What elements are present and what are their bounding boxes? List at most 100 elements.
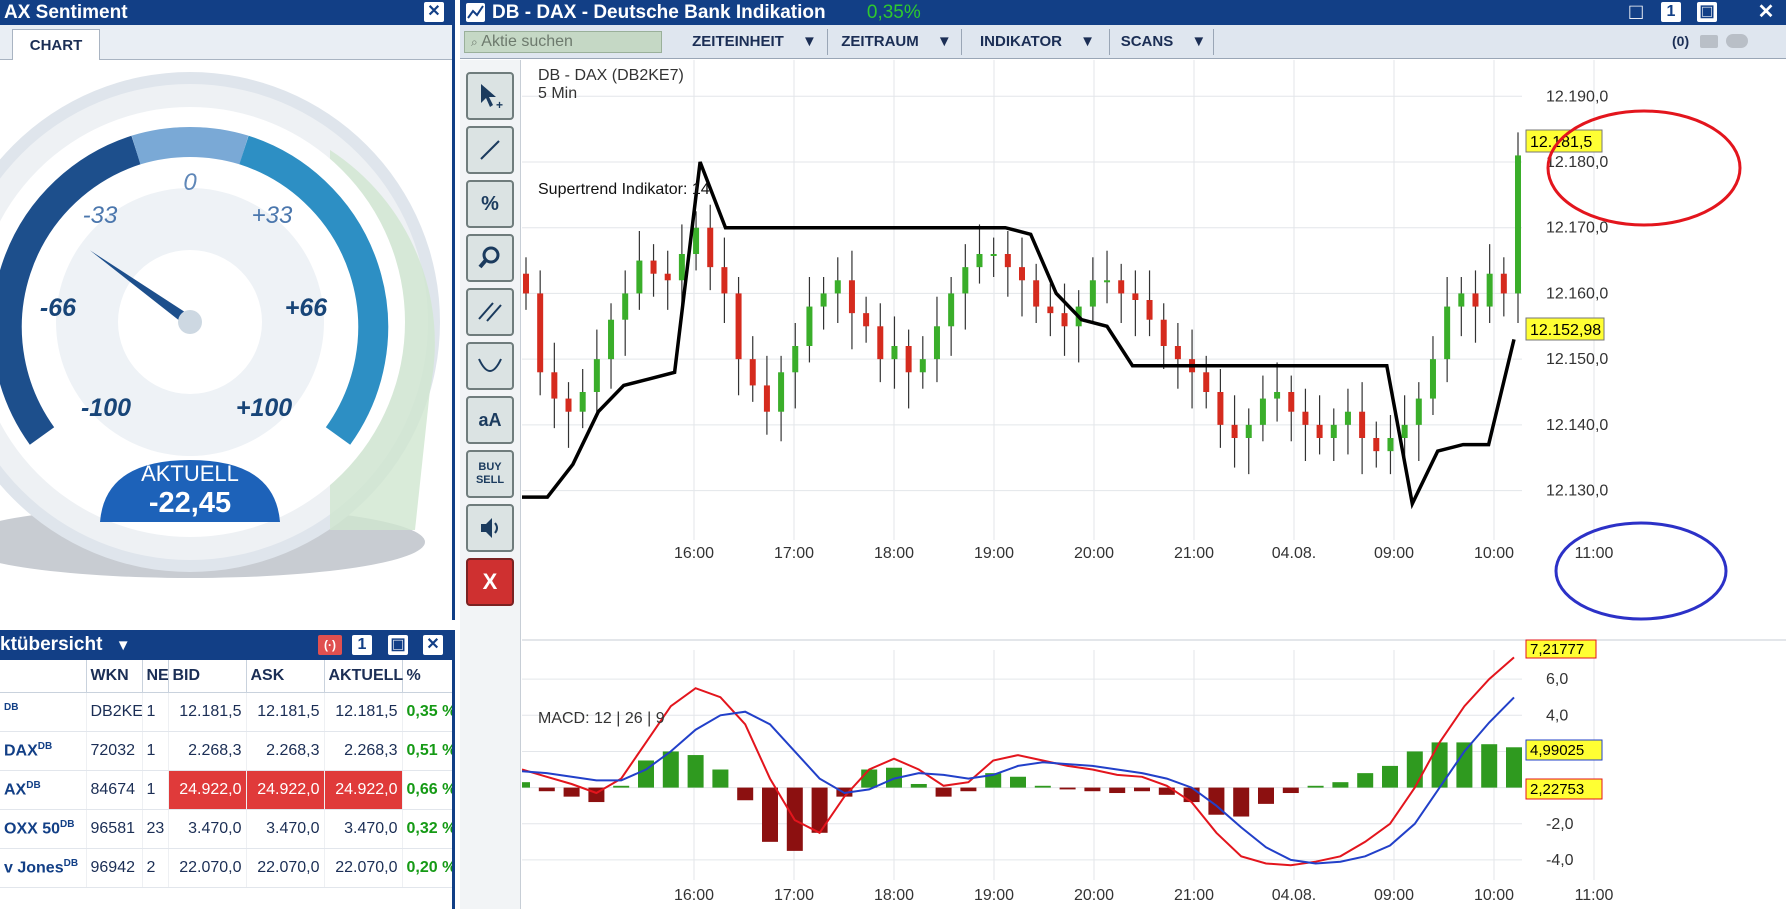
row-pct: 0,32 % bbox=[402, 809, 452, 849]
row-bid: 2.268,3 bbox=[168, 731, 247, 771]
table-row[interactable]: AXDB 84674 1 24.922,0 24.922,0 24.922,0 … bbox=[0, 770, 452, 810]
candle-body bbox=[820, 293, 827, 307]
gauge-needle-pivot bbox=[178, 310, 202, 334]
market-dropdown-icon[interactable]: ▼ bbox=[116, 637, 131, 654]
col-ne[interactable]: NE bbox=[142, 660, 169, 693]
candle-body bbox=[523, 273, 529, 294]
candle-body bbox=[749, 359, 756, 386]
x-tick-label: 10:00 bbox=[1474, 545, 1514, 562]
speaker-icon[interactable] bbox=[466, 504, 514, 552]
candle-body bbox=[877, 326, 884, 360]
y-tick-label: -4,0 bbox=[1546, 852, 1574, 869]
candle-body bbox=[1231, 424, 1238, 438]
table-row[interactable]: DB DB2KE 1 12.181,5 12.181,5 12.181,5 0,… bbox=[0, 692, 452, 732]
row-ask: 3.470,0 bbox=[246, 809, 325, 849]
candle-body bbox=[863, 313, 870, 327]
macd-histogram-bar bbox=[1233, 787, 1250, 817]
x-tick-label: 04.08. bbox=[1272, 887, 1316, 904]
candle-body bbox=[1330, 424, 1337, 438]
chart-window: DB - DAX - Deutsche Bank Indikation 0,35… bbox=[460, 0, 1786, 909]
row-bid: 3.470,0 bbox=[168, 809, 247, 849]
candle-body bbox=[1174, 346, 1181, 360]
tab-chart[interactable]: CHART bbox=[12, 29, 100, 60]
col-wkn[interactable]: WKN bbox=[86, 660, 143, 693]
channel-tool-icon[interactable] bbox=[466, 288, 514, 336]
percent-tool-icon[interactable]: % bbox=[466, 180, 514, 228]
row-wkn: 72032 bbox=[86, 731, 143, 771]
cloud-icon[interactable] bbox=[1726, 34, 1748, 48]
market-live-button[interactable]: (·) bbox=[318, 635, 342, 655]
candle-body bbox=[1160, 319, 1167, 346]
table-row[interactable]: OXX 50DB 96581 23 3.470,0 3.470,0 3.470,… bbox=[0, 809, 452, 849]
candle-body bbox=[1004, 254, 1011, 268]
chart-titlebar: DB - DAX - Deutsche Bank Indikation 0,35… bbox=[460, 0, 1786, 25]
col-ask[interactable]: ASK bbox=[246, 660, 325, 693]
last-price-badge: 12.181,5 bbox=[1525, 129, 1603, 153]
chart-close-button[interactable]: ✕ bbox=[1756, 2, 1776, 22]
row-ask: 22.070,0 bbox=[246, 848, 325, 888]
col-pct[interactable]: % bbox=[402, 660, 452, 693]
chart-plot-area: 16:00 17:00 18:00 19:00 20:00 21:00 04.08. 09:0… bbox=[522, 60, 1786, 904]
col-bid[interactable]: BID bbox=[168, 660, 247, 693]
table-row[interactable]: v JonesDB 96942 2 22.070,0 22.070,0 22.0… bbox=[0, 848, 452, 888]
macd-histogram-bar bbox=[1183, 787, 1200, 803]
histogram-value-badge: 2,22753 bbox=[1525, 778, 1603, 800]
market-maximize-button[interactable]: ▣ bbox=[388, 635, 408, 655]
x-tick-label: 17:00 bbox=[774, 545, 814, 562]
y-tick-label: 12.140,0 bbox=[1546, 417, 1608, 434]
macd-histogram-bar bbox=[1332, 782, 1349, 788]
row-bid: 12.181,5 bbox=[168, 692, 247, 732]
row-aktuell: 24.922,0 bbox=[324, 770, 403, 810]
y-tick-label: 6,0 bbox=[1546, 671, 1568, 688]
col-name[interactable] bbox=[0, 660, 87, 693]
text-tool-icon[interactable]: aA bbox=[466, 396, 514, 444]
candle-body bbox=[1118, 280, 1125, 294]
zoom-tool-icon[interactable] bbox=[466, 234, 514, 282]
menu-indikator[interactable]: INDIKATOR ▼ bbox=[966, 29, 1110, 55]
search-input[interactable]: ⌕ Aktie suchen bbox=[464, 31, 662, 53]
row-aktuell: 22.070,0 bbox=[324, 848, 403, 888]
y-tick-label: -2,0 bbox=[1546, 816, 1574, 833]
candle-body bbox=[1458, 293, 1465, 307]
menu-scans[interactable]: SCANS ▼ bbox=[1114, 29, 1214, 55]
sentiment-close-button[interactable]: ✕ bbox=[424, 2, 444, 22]
col-aktuell[interactable]: AKTUELL bbox=[324, 660, 403, 693]
line-tool-icon[interactable] bbox=[466, 126, 514, 174]
market-page-button[interactable]: 1 bbox=[352, 635, 372, 655]
candle-body bbox=[1217, 392, 1224, 425]
curve-tool-icon[interactable] bbox=[466, 342, 514, 390]
last-price: 12.181,5 bbox=[1530, 134, 1592, 151]
market-table: WKN NE BID ASK AKTUELL % DB DB2KE 1 12.1… bbox=[0, 660, 452, 888]
candle-body bbox=[551, 372, 558, 399]
gauge-label-plus33: +33 bbox=[252, 202, 293, 229]
chevron-down-icon: ▼ bbox=[1191, 33, 1207, 50]
delete-tool-icon[interactable]: X bbox=[466, 558, 514, 606]
current-value: -22,45 bbox=[149, 487, 231, 519]
market-close-button[interactable]: ✕ bbox=[423, 635, 443, 655]
chart-restore-button[interactable]: □ bbox=[1626, 1, 1646, 23]
menu-zeiteinheit[interactable]: ZEITEINHEIT ▼ bbox=[682, 29, 828, 55]
folder-icon[interactable] bbox=[1700, 35, 1718, 48]
macd-histogram-bar bbox=[861, 769, 878, 788]
buy-sell-tool-icon[interactable]: BUY SELL bbox=[466, 450, 514, 498]
table-row[interactable]: DAXDB 72032 1 2.268,3 2.268,3 2.268,3 0,… bbox=[0, 731, 452, 771]
candle-body bbox=[1132, 293, 1139, 300]
macd-histogram-bar bbox=[1258, 787, 1274, 804]
candle-body bbox=[593, 359, 600, 392]
chart-page-button[interactable]: 1 bbox=[1661, 2, 1681, 22]
candle-body bbox=[1061, 313, 1068, 327]
candle-body bbox=[834, 280, 841, 294]
candle-body bbox=[1344, 411, 1351, 425]
chart-change: 0,35% bbox=[866, 2, 921, 23]
cursor-tool-icon[interactable]: + bbox=[466, 72, 514, 120]
candle-body bbox=[1415, 398, 1422, 425]
candle-body bbox=[848, 280, 855, 314]
chart-maximize-button[interactable]: ▣ bbox=[1697, 2, 1717, 22]
y-axis-macd: 6,04,02,00,0-2,0-4,0 bbox=[1546, 671, 1574, 869]
chart-divider bbox=[520, 60, 521, 909]
row-ne: 23 bbox=[142, 809, 169, 849]
row-ask: 24.922,0 bbox=[246, 770, 325, 810]
candle-body bbox=[1401, 424, 1408, 438]
y-tick-label: 12.130,0 bbox=[1546, 483, 1608, 500]
menu-zeitraum[interactable]: ZEITRAUM ▼ bbox=[832, 29, 962, 55]
